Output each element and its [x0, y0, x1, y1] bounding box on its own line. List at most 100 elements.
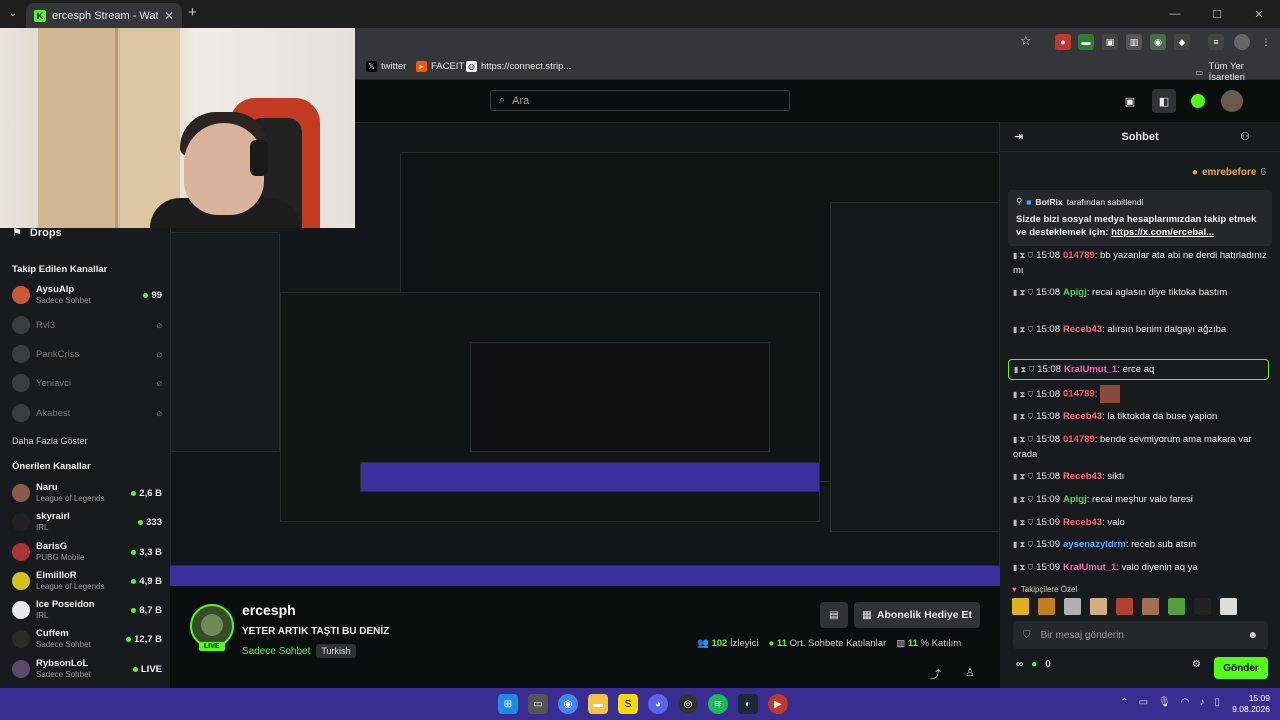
- wifi-icon[interactable]: ◠: [1181, 697, 1190, 708]
- media-icon[interactable]: ≡: [1208, 34, 1224, 50]
- emote-image[interactable]: [1064, 598, 1081, 615]
- badge-icons: ▮ ⧗ ⛉: [1013, 288, 1034, 297]
- task-view-icon[interactable]: ▭: [528, 694, 548, 714]
- language-tag[interactable]: Turkish: [316, 644, 356, 658]
- recommended-channel[interactable]: skyrairl IRL 333: [12, 509, 162, 535]
- extension-icon[interactable]: ●: [1055, 34, 1071, 50]
- new-tab-icon[interactable]: +: [188, 4, 197, 21]
- emote-image[interactable]: [1220, 598, 1237, 615]
- send-button[interactable]: Gönder: [1214, 657, 1268, 679]
- recommended-channel[interactable]: Naru League of Legends 2,6 B: [12, 480, 162, 506]
- offline-icon: ⌀: [156, 348, 162, 359]
- avatar: [12, 484, 30, 502]
- top-donor: ● emrebefore 6: [1191, 167, 1266, 178]
- steam-icon[interactable]: ◐: [738, 694, 758, 714]
- extension-icon[interactable]: ▬: [1078, 34, 1094, 50]
- battery-icon[interactable]: ▯: [1214, 697, 1220, 708]
- collapse-chat-icon[interactable]: ⇥: [1014, 130, 1023, 143]
- followed-channel[interactable]: Akabest ⌀: [12, 400, 162, 426]
- chat-message: ▮ ⧗ ⛉ 15:09 Receb43: valo: [1013, 517, 1125, 528]
- volume-icon[interactable]: ♪: [1199, 697, 1204, 708]
- share-icon[interactable]: ⤴: [930, 666, 941, 682]
- show-more-link[interactable]: Daha Fazla Göster: [12, 436, 88, 446]
- minimize-icon[interactable]: —: [1154, 0, 1196, 28]
- theater-mode-icon[interactable]: ◧: [1152, 89, 1176, 113]
- emote-image[interactable]: [1194, 598, 1211, 615]
- pin-icon: ⚲: [1016, 196, 1023, 206]
- maximize-icon[interactable]: ☐: [1196, 0, 1238, 28]
- followed-channel[interactable]: Rvl3 ⌀: [12, 312, 162, 338]
- extension-icon[interactable]: ▥: [1126, 34, 1142, 50]
- media-player-icon[interactable]: ▶: [768, 694, 788, 714]
- tab-list-chevron-icon[interactable]: ⌄: [4, 5, 22, 23]
- avatar: [12, 513, 30, 531]
- picture-in-picture-icon[interactable]: ▣: [1118, 89, 1142, 113]
- recommended-channel[interactable]: Ice Poseidon IRL 8,7 B: [12, 597, 162, 623]
- chat-input[interactable]: ⛉ Bir mesaj gönderin ☻: [1013, 621, 1268, 649]
- nested-taskbar: [170, 566, 1000, 586]
- chat-settings-gear-icon[interactable]: ⚙: [1192, 659, 1201, 670]
- emote-image[interactable]: [1090, 598, 1107, 615]
- spotify-icon[interactable]: ≋: [708, 694, 728, 714]
- menu-kebab-icon[interactable]: ⋮: [1258, 34, 1274, 50]
- chat-message: ▮ ⧗ ⛉ 15:08 014789: bb yazanlar ata abi ne…: [1013, 250, 1267, 276]
- extension-icon[interactable]: ▣: [1102, 34, 1118, 50]
- obs-icon[interactable]: ◎: [678, 694, 698, 714]
- chat-panel: ⇥ Sohbet ⚇ ● emrebefore 6 ⚲ ■ BotRix tar…: [1000, 122, 1280, 688]
- followed-channel[interactable]: Yeniavci ⌀: [12, 370, 162, 396]
- profile-avatar[interactable]: [1234, 34, 1250, 50]
- live-dot-icon: [131, 549, 137, 555]
- emote-image[interactable]: [1142, 598, 1159, 615]
- bookmark-stripe[interactable]: ◍ https://connect.strip...: [466, 61, 571, 72]
- category-link[interactable]: Sadece Sohbet: [242, 646, 310, 657]
- chat-users-icon[interactable]: ⚇: [1240, 130, 1250, 143]
- avatar: [12, 345, 30, 363]
- extensions-puzzle-icon[interactable]: ◆: [1174, 34, 1190, 50]
- bookmark-star-icon[interactable]: ☆: [1020, 33, 1032, 49]
- discord-icon[interactable]: ◕: [648, 694, 668, 714]
- system-tray: ⌃ ▭ 🎙 ◠ ♪ ▯: [1120, 697, 1220, 708]
- s-app-icon[interactable]: S: [618, 694, 638, 714]
- pinned-link[interactable]: https://x.com/ercebal...: [1111, 227, 1214, 238]
- follow-icon[interactable]: ♙: [965, 666, 975, 682]
- chat-message: ▮ ⧗ ⛉ 15:08 014789:: [1013, 385, 1271, 403]
- recommended-channel[interactable]: RybsonLoL Sadece Sohbet LIVE: [12, 656, 162, 682]
- file-explorer-icon[interactable]: ▬: [588, 694, 608, 714]
- live-dot-icon: [132, 666, 138, 672]
- mic-icon[interactable]: 🎙: [1158, 697, 1171, 708]
- close-window-icon[interactable]: ✕: [1238, 0, 1280, 28]
- badge-icons: ▮ ⧗ ⛉: [1013, 251, 1034, 260]
- emote-image[interactable]: [1116, 598, 1133, 615]
- kick-coin-icon[interactable]: [1186, 89, 1210, 113]
- offline-icon: ⌀: [156, 377, 162, 388]
- followed-channel[interactable]: PankCriss ⌀: [12, 341, 162, 367]
- coin-icon: ●: [1191, 167, 1198, 178]
- tab-close-icon[interactable]: ✕: [164, 9, 174, 23]
- start-windows-icon[interactable]: ⊞: [498, 694, 518, 714]
- channel-name[interactable]: ercesph: [242, 602, 296, 618]
- search-input[interactable]: ⌕ Ara: [490, 90, 790, 111]
- clock[interactable]: 15:09 9.08.2026: [1232, 693, 1270, 715]
- offline-icon: ⌀: [156, 407, 162, 418]
- bookmark-twitter[interactable]: 𝕏 twitter: [366, 61, 406, 72]
- emote-image[interactable]: [1038, 598, 1055, 615]
- chat-message: ▮ ⧗ ⛉ 15:08 Receb43: la tiktokda da buse y…: [1013, 411, 1218, 422]
- emoji-icon[interactable]: ☻: [1247, 630, 1258, 641]
- recommended-channel[interactable]: Cuffem Sadece Sohbet 12,7 B: [12, 626, 162, 652]
- followed-channel[interactable]: AysuAlp Sadece Sohbet 99: [12, 282, 162, 308]
- network-icon[interactable]: ▭: [1139, 697, 1148, 708]
- clip-button[interactable]: ▤: [820, 602, 848, 628]
- extension-icon[interactable]: ◉: [1150, 34, 1166, 50]
- recommended-channel[interactable]: BarisG PUBG Mobile 3,3 B: [12, 539, 162, 565]
- emote-image[interactable]: [1012, 598, 1029, 615]
- gift-subscription-button[interactable]: ▦ Abonelik Hediye Et: [854, 602, 980, 628]
- taskbar-apps: ⊞ ▭ ◉ ▬ S ◕ ◎ ≋ ◐ ▶: [498, 694, 788, 714]
- recommended-channel[interactable]: ElmiilloR League of Legends 4,9 B: [12, 568, 162, 594]
- tray-expand-icon[interactable]: ⌃: [1120, 697, 1128, 708]
- emote-image[interactable]: [1168, 598, 1185, 615]
- user-avatar[interactable]: [1220, 89, 1244, 113]
- bookmark-faceit[interactable]: ▸ FACEIT: [416, 61, 464, 72]
- chrome-icon[interactable]: ◉: [558, 694, 578, 714]
- browser-tab[interactable]: K ercesph Stream - Watch Live on Kick ✕: [26, 3, 182, 28]
- points-icon[interactable]: ∞: [1016, 659, 1023, 670]
